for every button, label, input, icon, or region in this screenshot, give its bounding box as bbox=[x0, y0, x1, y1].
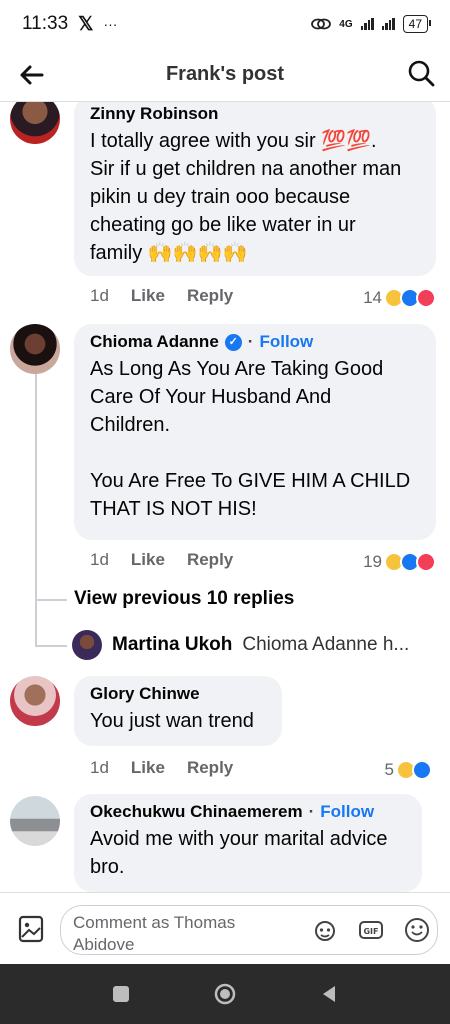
comment-time: 1d bbox=[90, 550, 109, 569]
reaction-count: 14 bbox=[363, 288, 382, 307]
avatar[interactable] bbox=[10, 324, 60, 374]
reactions-summary[interactable]: 14 bbox=[363, 288, 436, 308]
reaction-count: 5 bbox=[384, 760, 394, 779]
separator-dot: · bbox=[308, 802, 315, 821]
hotspot-icon bbox=[311, 18, 332, 30]
avatar[interactable] bbox=[10, 676, 60, 726]
page-title: Frank's post bbox=[165, 63, 285, 85]
back-arrow-icon[interactable] bbox=[16, 60, 46, 90]
avatar[interactable] bbox=[10, 796, 60, 846]
more-notifications: ··· bbox=[103, 16, 118, 32]
comment-time: 1d bbox=[90, 758, 109, 777]
reaction-count: 19 bbox=[363, 552, 382, 571]
comment-time: 1d bbox=[90, 286, 109, 305]
commenter-name[interactable]: Chioma Adanne bbox=[90, 332, 219, 352]
signal-icon bbox=[360, 18, 374, 30]
photo-icon[interactable] bbox=[18, 915, 44, 943]
avatar-sticker-icon[interactable] bbox=[312, 917, 338, 943]
svg-text:GIF: GIF bbox=[363, 927, 378, 936]
love-reaction-icon bbox=[416, 288, 436, 308]
verified-badge-icon: ✓ bbox=[224, 333, 242, 351]
system-nav-bar bbox=[0, 964, 450, 1024]
avatar[interactable] bbox=[10, 102, 60, 144]
follow-button[interactable]: Follow bbox=[320, 802, 374, 822]
status-bar: 11:33 𝕏 ··· 4G 47 bbox=[0, 0, 450, 48]
x-logo-icon: 𝕏 bbox=[78, 13, 94, 35]
network-type: 4G bbox=[339, 18, 353, 30]
reply-button[interactable]: Reply bbox=[187, 286, 233, 306]
comment-text: Avoid me with your marital advice bro. bbox=[90, 828, 388, 878]
commenter-name[interactable]: Okechukwu Chinaemerem bbox=[90, 802, 303, 822]
reply-preview-text: Chioma Adanne h... bbox=[242, 634, 410, 655]
commenter-name[interactable]: Glory Chinwe bbox=[90, 684, 200, 704]
back-nav-icon[interactable] bbox=[319, 984, 339, 1004]
comment-bubble[interactable]: Glory Chinwe You just wan trend bbox=[74, 676, 282, 746]
avatar bbox=[72, 630, 102, 660]
status-left: 11:33 𝕏 ··· bbox=[22, 13, 117, 36]
reply-preview[interactable]: Martina Ukoh Chioma Adanne h... bbox=[72, 628, 442, 662]
comment-composer: Comment as Thomas Abidove GIF bbox=[0, 892, 450, 964]
comment-text: I totally agree with you sir 💯💯. Sir if … bbox=[90, 130, 402, 264]
comment-feed[interactable]: Zinny Robinson I totally agree with you … bbox=[0, 102, 450, 892]
name-row: Okechukwu Chinaemerem · Follow bbox=[90, 802, 406, 822]
name-row: Glory Chinwe bbox=[90, 684, 266, 704]
thread-branch bbox=[35, 599, 67, 601]
name-row: Zinny Robinson bbox=[90, 104, 420, 124]
separator-dot: · bbox=[247, 332, 254, 351]
view-previous-replies[interactable]: View previous 10 replies bbox=[74, 588, 294, 610]
clock: 11:33 bbox=[22, 13, 69, 34]
love-reaction-icon bbox=[416, 552, 436, 572]
status-right: 4G 47 bbox=[311, 15, 432, 33]
comment-actions: 1d Like Reply bbox=[90, 758, 233, 778]
like-button[interactable]: Like bbox=[131, 550, 165, 570]
signal-2-icon bbox=[381, 18, 395, 30]
reply-button[interactable]: Reply bbox=[187, 550, 233, 570]
follow-button[interactable]: Follow bbox=[259, 332, 313, 352]
like-button[interactable]: Like bbox=[131, 286, 165, 306]
search-icon[interactable] bbox=[406, 58, 436, 88]
post-header: Frank's post bbox=[0, 48, 450, 102]
commenter-name[interactable]: Zinny Robinson bbox=[90, 104, 218, 124]
thread-branch bbox=[35, 645, 67, 647]
comment-bubble[interactable]: Chioma Adanne ✓ · Follow As Long As You … bbox=[74, 324, 436, 540]
reply-button[interactable]: Reply bbox=[187, 758, 233, 778]
like-reaction-icon bbox=[412, 760, 432, 780]
comment-bubble[interactable]: Zinny Robinson I totally agree with you … bbox=[74, 102, 436, 276]
comment-actions: 1d Like Reply bbox=[90, 550, 233, 570]
home-icon[interactable] bbox=[213, 982, 237, 1006]
comment-bubble[interactable]: Okechukwu Chinaemerem · Follow Avoid me … bbox=[74, 794, 422, 892]
recents-icon[interactable] bbox=[111, 984, 131, 1004]
name-row: Chioma Adanne ✓ · Follow bbox=[90, 332, 420, 352]
emoji-icon[interactable] bbox=[404, 917, 430, 943]
gif-icon[interactable]: GIF bbox=[358, 917, 384, 943]
reactions-summary[interactable]: 5 bbox=[385, 760, 432, 780]
thread-line bbox=[35, 374, 37, 646]
comment-text: You just wan trend bbox=[90, 710, 254, 732]
reactions-summary[interactable]: 19 bbox=[363, 552, 436, 572]
like-button[interactable]: Like bbox=[131, 758, 165, 778]
battery-icon: 47 bbox=[402, 15, 432, 33]
reply-preview-name: Martina Ukoh bbox=[112, 634, 233, 655]
comment-placeholder: Comment as Thomas Abidove bbox=[73, 913, 236, 954]
comment-text: As Long As You Are Taking Good Care Of Y… bbox=[90, 358, 411, 520]
composer-tools: GIF bbox=[312, 917, 430, 943]
comment-actions: 1d Like Reply bbox=[90, 286, 233, 306]
